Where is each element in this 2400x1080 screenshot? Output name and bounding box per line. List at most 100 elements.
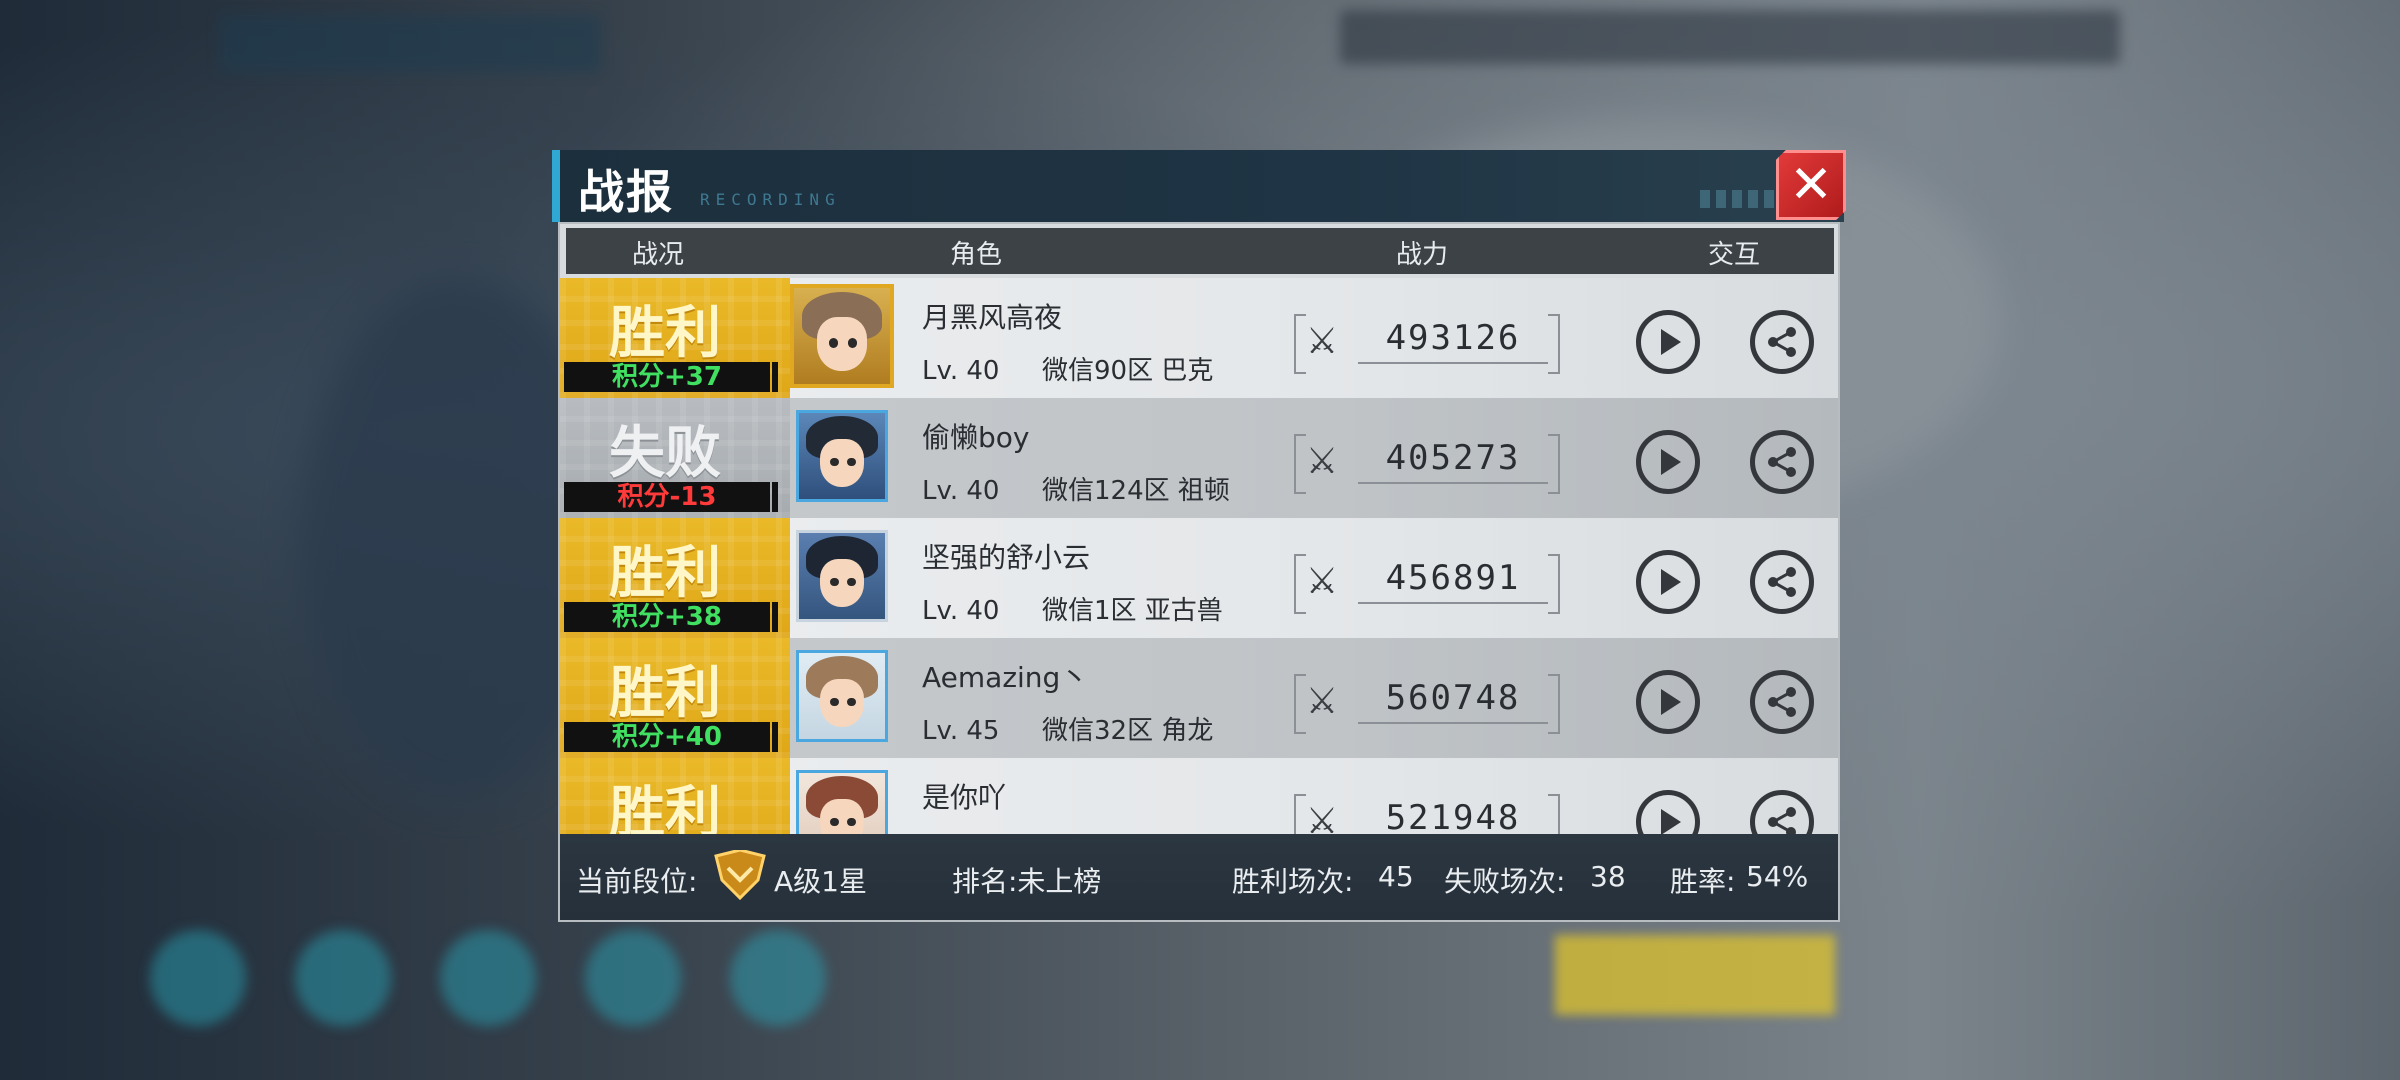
tier-label: 当前段位:: [576, 865, 698, 898]
rank-text: 排名:未上榜: [952, 865, 1102, 898]
power-value: 560748: [1358, 678, 1548, 724]
replay-button[interactable]: [1636, 790, 1700, 834]
crossed-swords-icon: ⚔: [1305, 441, 1339, 482]
menu-circle-2: [295, 930, 391, 1026]
dialog-body: 战况 角色 战力 交互 胜利 积分+37 月黑风高夜 Lv. 40 微信90区 巴…: [558, 222, 1840, 922]
player-level: Lv. 40: [922, 476, 1000, 506]
column-header: 战况 角色 战力 交互: [566, 228, 1834, 274]
result-text: 胜利: [609, 661, 721, 726]
score-text: 积分+40: [564, 722, 770, 752]
record-list[interactable]: 胜利 积分+37 月黑风高夜 Lv. 40 微信90区 巴克 ⚔ 493126: [560, 278, 1838, 834]
power-value: 521948: [1358, 798, 1548, 834]
player-server: 微信90区 巴克: [1042, 356, 1214, 386]
result-badge: 胜利 积分+37: [560, 278, 790, 398]
losses-label: 失败场次:: [1444, 865, 1566, 898]
back-bar: [220, 16, 600, 72]
replay-button[interactable]: [1636, 310, 1700, 374]
score-text: 积分+38: [564, 602, 770, 632]
result-text: 失败: [609, 421, 721, 486]
menu-circle-1: [150, 930, 246, 1026]
avatar: [790, 284, 894, 388]
replay-button[interactable]: [1636, 670, 1700, 734]
crossed-swords-icon: ⚔: [1305, 681, 1339, 722]
share-button[interactable]: [1750, 430, 1814, 494]
power-box: ⚔ 493126: [1294, 314, 1560, 374]
share-icon: [1768, 807, 1796, 834]
player-name: 月黑风高夜: [922, 301, 1063, 334]
dialog-header: 战报 RECORDING: [552, 150, 1844, 222]
player-level: Lv. 40: [922, 356, 1000, 386]
avatar: [796, 770, 888, 834]
player-level: Lv. 40: [922, 596, 1000, 626]
wins-value: 45: [1378, 860, 1414, 893]
play-icon: [1660, 569, 1681, 595]
share-button[interactable]: [1750, 670, 1814, 734]
close-button[interactable]: ✕: [1776, 150, 1846, 220]
result-text: 胜利: [609, 781, 721, 834]
play-icon: [1660, 449, 1681, 475]
losses-value: 38: [1590, 860, 1626, 893]
header-accent: [552, 150, 560, 222]
result-text: 胜利: [609, 301, 721, 366]
tier-value: A级1星: [774, 865, 867, 898]
share-icon: [1768, 447, 1796, 477]
crossed-swords-icon: ⚔: [1305, 801, 1339, 834]
menu-circle-5: [730, 930, 826, 1026]
stats-footer: 当前段位: A级1星 排名:未上榜 胜利场次: 45 失败场次: 38 胜率: …: [560, 834, 1838, 920]
player-meta: Lv. 40 微信90区 巴克: [922, 350, 1213, 387]
replay-button[interactable]: [1636, 550, 1700, 614]
play-icon: [1660, 809, 1681, 834]
power-value: 405273: [1358, 438, 1548, 484]
col-role: 角色: [950, 240, 1003, 270]
share-button[interactable]: [1750, 310, 1814, 374]
rank-badge-icon: [714, 850, 766, 900]
player-level: Lv. 45: [922, 716, 1000, 746]
play-icon: [1660, 329, 1681, 355]
winrate-label: 胜率:: [1670, 865, 1736, 898]
dialog-subtitle: RECORDING: [700, 190, 841, 209]
avatar: [796, 530, 888, 622]
result-badge: 失败 积分-13: [560, 398, 790, 518]
player-server: 微信124区 祖顿: [1042, 476, 1230, 506]
play-icon: [1660, 689, 1681, 715]
power-value: 493126: [1358, 318, 1548, 364]
player-meta: Lv. 40 微信1区 亚古兽: [922, 590, 1223, 627]
result-badge: 胜利 积分+38: [560, 518, 790, 638]
record-row: 失败 积分-13 偷懒boy Lv. 40 微信124区 祖顿 ⚔ 405273: [560, 398, 1838, 518]
col-result: 战况: [632, 240, 685, 270]
header-decoration: [1700, 190, 1774, 208]
share-icon: [1768, 687, 1796, 717]
avatar: [796, 650, 888, 742]
power-box: ⚔ 560748: [1294, 674, 1560, 734]
power-box: ⚔ 521948: [1294, 794, 1560, 834]
player-meta: Lv. 45 微信32区 角龙: [922, 710, 1213, 747]
record-row: 胜利 是你吖 ⚔ 521948: [560, 758, 1838, 834]
score-text: 积分-13: [564, 482, 770, 512]
result-text: 胜利: [609, 541, 721, 606]
player-name: 坚强的舒小云: [922, 541, 1091, 574]
player-name: Aemazing丶: [922, 661, 1089, 694]
power-box: ⚔ 405273: [1294, 434, 1560, 494]
share-icon: [1768, 327, 1796, 357]
share-button[interactable]: [1750, 790, 1814, 834]
dialog-title: 战报: [578, 165, 674, 219]
replay-button[interactable]: [1636, 430, 1700, 494]
result-badge: 胜利 积分+40: [560, 638, 790, 758]
player-name: 是你吖: [922, 781, 1007, 814]
power-value: 456891: [1358, 558, 1548, 604]
start-button-bg: [1555, 935, 1835, 1015]
share-icon: [1768, 567, 1796, 597]
score-text: 积分+37: [564, 362, 770, 392]
share-button[interactable]: [1750, 550, 1814, 614]
resource-bar: [1340, 10, 2120, 64]
avatar: [796, 410, 888, 502]
battle-report-dialog: 战报 RECORDING ✕ 战况 角色 战力 交互 胜利 积分+37 月黑风高…: [552, 150, 1846, 924]
crossed-swords-icon: ⚔: [1305, 321, 1339, 362]
player-server: 微信1区 亚古兽: [1042, 596, 1223, 626]
power-box: ⚔ 456891: [1294, 554, 1560, 614]
wins-label: 胜利场次:: [1232, 865, 1354, 898]
menu-circle-4: [585, 930, 681, 1026]
col-interact: 交互: [1708, 240, 1761, 270]
player-name: 偷懒boy: [922, 421, 1030, 454]
winrate-value: 54%: [1746, 860, 1809, 893]
